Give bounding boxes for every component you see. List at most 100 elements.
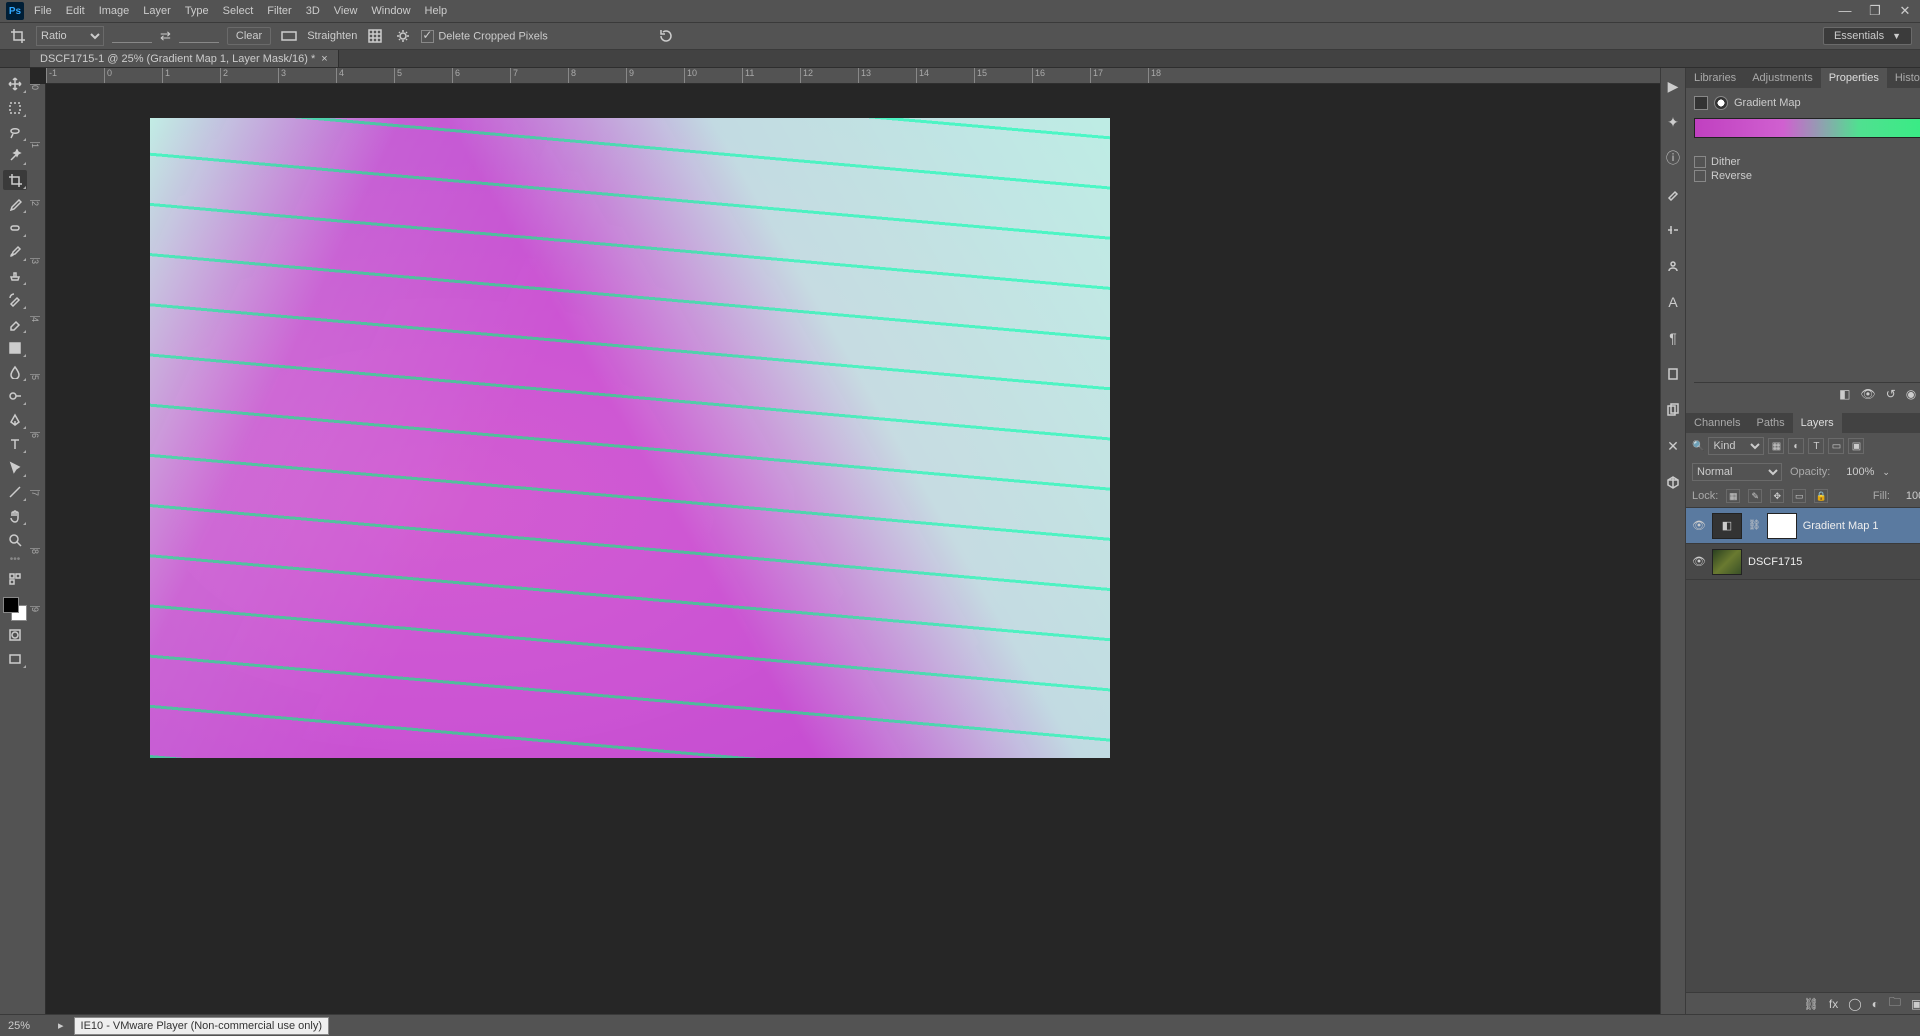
menu-edit[interactable]: Edit [66,5,85,17]
close-tab-icon[interactable]: × [321,53,327,65]
line-tool[interactable] [3,482,27,502]
edit-toolbar-icon[interactable] [3,569,27,589]
play-icon[interactable]: ▶ [1661,74,1685,98]
lock-transparency-icon[interactable]: ▦ [1726,489,1740,503]
pages-icon[interactable] [1661,398,1685,422]
menu-window[interactable]: Window [371,5,410,17]
filter-type-icon[interactable]: T [1808,438,1824,454]
eraser-tool[interactable] [3,314,27,334]
lasso-tool[interactable] [3,122,27,142]
eyedropper-tool[interactable] [3,194,27,214]
swap-icon[interactable]: ⇄ [160,28,171,44]
mask-thumb-icon[interactable] [1714,96,1728,110]
healing-brush-tool[interactable] [3,218,27,238]
link-icon[interactable]: ⛓ [1748,520,1761,531]
filter-shape-icon[interactable]: ▭ [1828,438,1844,454]
move-tool[interactable] [3,74,27,94]
pen-tool[interactable] [3,410,27,430]
hand-tool[interactable] [3,506,27,526]
quick-mask-tool[interactable] [3,625,27,645]
lock-image-icon[interactable]: ✎ [1748,489,1762,503]
tab-libraries[interactable]: Libraries [1686,68,1744,88]
menu-select[interactable]: Select [223,5,254,17]
clone-stamp-tool[interactable] [3,266,27,286]
brush-preset-icon[interactable] [1661,182,1685,206]
maximize-button[interactable]: ❐ [1866,3,1884,19]
workspace-switcher[interactable]: Essentials ▼ [1823,27,1912,45]
gradient-bar[interactable] [1694,118,1920,138]
blend-mode-select[interactable]: Normal [1692,463,1782,481]
tab-properties[interactable]: Properties [1821,68,1887,88]
clip-to-layer-icon[interactable]: ◧ [1839,387,1850,401]
reset-icon[interactable] [656,26,676,46]
layer-image-thumb[interactable] [1712,549,1742,575]
filter-adjustment-icon[interactable]: ◐ [1788,438,1804,454]
filter-pixel-icon[interactable]: ▦ [1768,438,1784,454]
tab-layers[interactable]: Layers [1793,413,1842,433]
gradient-tool[interactable] [3,338,27,358]
type-tool[interactable] [3,434,27,454]
menu-filter[interactable]: Filter [267,5,291,17]
blur-tool[interactable] [3,362,27,382]
vmware-taskbar-item[interactable]: IE10 - VMware Player (Non-commercial use… [74,1017,329,1035]
view-previous-icon[interactable]: 👁 [1861,387,1876,401]
new-layer-icon[interactable]: ▣ [1911,997,1920,1011]
menu-view[interactable]: View [334,5,358,17]
document-tab[interactable]: DSCF1715-1 @ 25% (Gradient Map 1, Layer … [30,50,339,67]
path-selection-tool[interactable] [3,458,27,478]
zoom-input[interactable] [8,1020,48,1032]
layer-name[interactable]: DSCF1715 [1748,556,1802,568]
link-layers-icon[interactable]: ⛓ [1804,997,1819,1011]
crop-width-input[interactable] [112,30,152,43]
menu-file[interactable]: File [34,5,52,17]
crop-options-icon[interactable] [393,26,413,46]
history-brush-tool[interactable] [3,290,27,310]
ratio-select[interactable]: Ratio [36,26,104,46]
visibility-icon[interactable]: 👁 [1692,519,1706,532]
opacity-input[interactable] [1838,466,1874,478]
delete-cropped-checkbox[interactable]: Delete Cropped Pixels [421,30,547,43]
tab-paths[interactable]: Paths [1748,413,1792,433]
layer-adjustment-thumb[interactable]: ◧ [1712,513,1742,539]
new-group-icon[interactable]: 🗀 [1889,993,1901,1014]
crop-height-input[interactable] [179,30,219,43]
add-mask-icon[interactable]: ◯ [1848,997,1861,1011]
gradient-dropdown-icon[interactable]: ⌄ [1694,142,1920,154]
canvas-area[interactable]: -10123456789101112131415161718 012345678… [30,68,1660,1014]
reverse-checkbox[interactable]: Reverse [1694,170,1920,182]
zoom-tool[interactable] [3,530,27,550]
visibility-icon[interactable]: 👁 [1692,555,1706,568]
reset-adjustment-icon[interactable]: ↺ [1886,387,1896,401]
close-button[interactable]: ✕ [1896,3,1914,19]
page-icon[interactable] [1661,362,1685,386]
dither-checkbox[interactable]: Dither [1694,156,1920,168]
magic-wand-tool[interactable] [3,146,27,166]
menu-type[interactable]: Type [185,5,209,17]
brush-tool[interactable] [3,242,27,262]
filter-smart-icon[interactable]: ▣ [1848,438,1864,454]
straighten-icon[interactable] [279,26,299,46]
lock-artboard-icon[interactable]: ▭ [1792,489,1806,503]
lock-all-icon[interactable]: 🔒 [1814,489,1828,503]
minimize-button[interactable]: — [1836,3,1854,19]
straighten-label[interactable]: Straighten [307,30,357,42]
status-arrow-icon[interactable]: ▸ [58,1019,64,1032]
fill-input[interactable] [1898,490,1920,502]
person-icon[interactable] [1661,254,1685,278]
layer-row[interactable]: 👁 ◧ ⛓ Gradient Map 1 [1686,508,1920,544]
tools-icon[interactable]: ✕ [1661,434,1685,458]
info-icon[interactable]: ⓘ [1661,146,1685,170]
menu-layer[interactable]: Layer [143,5,171,17]
foreground-color[interactable] [3,597,19,613]
layer-row[interactable]: 👁 DSCF1715 [1686,544,1920,580]
clear-button[interactable]: Clear [227,27,271,45]
marquee-tool[interactable] [3,98,27,118]
layer-fx-icon[interactable]: fx [1829,997,1838,1011]
tab-adjustments[interactable]: Adjustments [1744,68,1821,88]
toggle-visibility-icon[interactable]: ◉ [1906,387,1916,401]
screen-mode-tool[interactable] [3,649,27,669]
menu-image[interactable]: Image [99,5,130,17]
menu-3d[interactable]: 3D [306,5,320,17]
clone-source-icon[interactable] [1661,218,1685,242]
paragraph-icon[interactable]: ¶ [1661,326,1685,350]
